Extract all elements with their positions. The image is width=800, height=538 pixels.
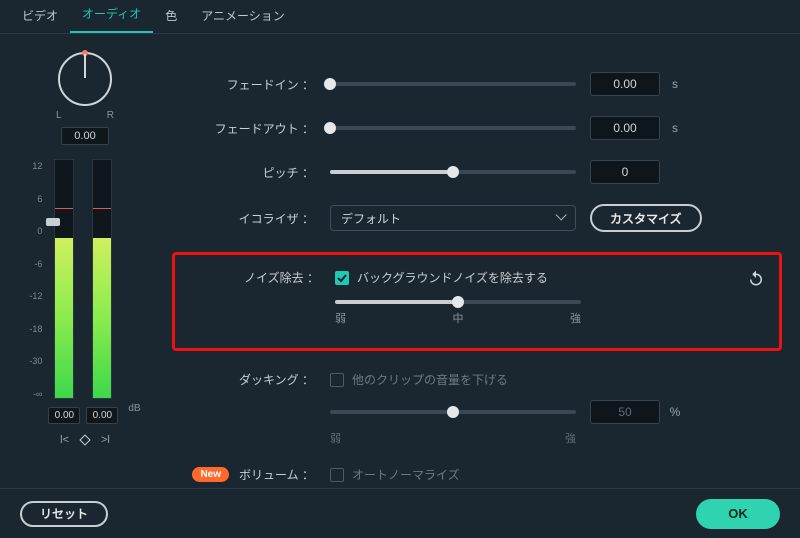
key-next[interactable]: >l — [101, 434, 110, 446]
ducking-value: 50 — [590, 400, 660, 424]
ok-button[interactable]: OK — [696, 499, 780, 529]
meter-value-right: 0.00 — [86, 407, 118, 424]
noise-tick-high: 強 — [570, 310, 581, 326]
fadein-slider[interactable] — [330, 82, 576, 86]
ducking-checkbox[interactable] — [330, 373, 344, 387]
eq-label: イコライザ ： — [180, 210, 330, 227]
fadeout-slider[interactable] — [330, 126, 576, 130]
noise-check-label: バックグラウンドノイズを除去する — [357, 269, 548, 286]
fadeout-unit: s — [666, 121, 684, 135]
meter-bar-right — [92, 159, 112, 399]
meter-scale: 126 0-6 -12-18 -30-∞ — [29, 159, 42, 399]
ducking-tick-high: 強 — [565, 430, 576, 446]
noise-slider[interactable] — [335, 300, 581, 304]
fadein-value[interactable]: 0.00 — [590, 72, 660, 96]
pan-dial[interactable] — [58, 52, 112, 106]
ducking-tick-low: 弱 — [330, 430, 341, 446]
tab-audio[interactable]: オーディオ — [70, 0, 153, 33]
key-prev[interactable]: l< — [60, 434, 69, 446]
pitch-slider[interactable] — [330, 170, 576, 174]
noise-tick-mid: 中 — [453, 310, 464, 326]
pan-label-r: R — [107, 110, 114, 121]
tab-animation[interactable]: アニメーション — [189, 0, 297, 33]
ducking-unit: % — [666, 405, 684, 419]
ducking-label: ダッキング ： — [180, 371, 330, 388]
volume-checkbox[interactable] — [330, 468, 344, 482]
fadein-unit: s — [666, 77, 684, 91]
volume-slider[interactable] — [48, 218, 58, 258]
new-badge: New — [192, 467, 229, 482]
volume-label: ボリューム ： — [239, 466, 314, 483]
keyframe-toggle-icon[interactable] — [79, 434, 90, 445]
customize-button[interactable]: カスタマイズ — [590, 204, 702, 232]
ducking-slider[interactable] — [330, 410, 576, 414]
meter-value-left: 0.00 — [48, 407, 80, 424]
fadeout-value[interactable]: 0.00 — [590, 116, 660, 140]
tab-video[interactable]: ビデオ — [10, 0, 70, 33]
pitch-value[interactable]: 0 — [590, 160, 660, 184]
noise-tick-low: 弱 — [335, 310, 346, 326]
chevron-down-icon — [555, 213, 565, 223]
pan-value[interactable]: 0.00 — [61, 127, 108, 145]
noise-label: ノイズ除去 ： — [185, 269, 335, 286]
ducking-check-label: 他のクリップの音量を下げる — [352, 371, 508, 388]
volume-check-label: オートノーマライズ — [352, 466, 460, 483]
pitch-label: ピッチ ： — [180, 164, 330, 181]
meter-bar-left — [54, 159, 74, 399]
fadeout-label: フェードアウト ： — [180, 120, 330, 137]
tab-color[interactable]: 色 — [153, 0, 189, 33]
noise-checkbox[interactable] — [335, 271, 349, 285]
eq-select[interactable]: デフォルト — [330, 205, 576, 231]
reset-icon[interactable] — [747, 269, 765, 287]
db-unit: dB — [128, 403, 140, 424]
pan-label-l: L — [56, 110, 62, 121]
reset-button[interactable]: リセット — [20, 501, 108, 527]
fadein-label: フェードイン ： — [180, 76, 330, 93]
